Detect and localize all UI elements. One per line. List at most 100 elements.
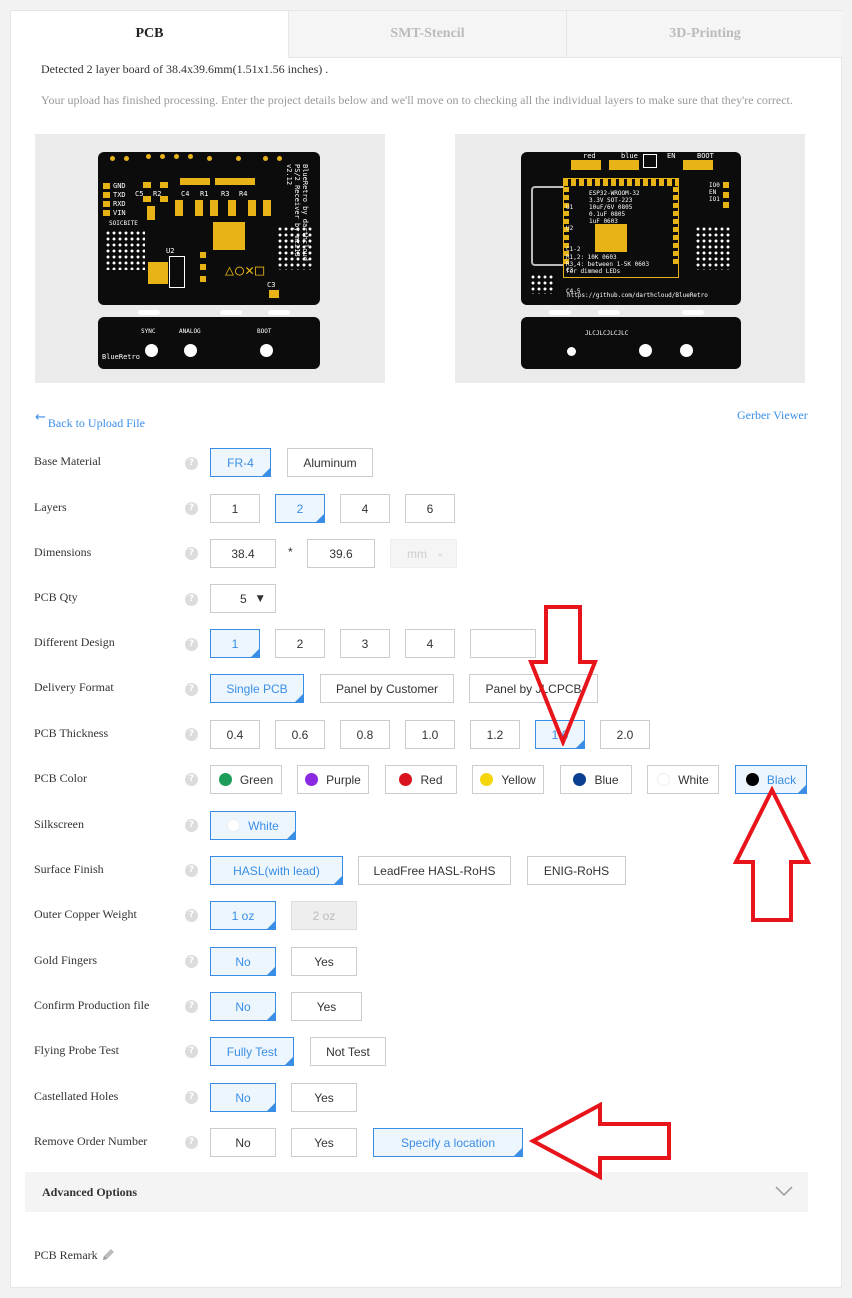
option-thickness-0-6[interactable]: 0.6 [275, 720, 325, 749]
label-pcb-qty: PCB Qty [34, 590, 78, 604]
detected-board-info: Detected 2 layer board of 38.4x39.6mm(1.… [41, 62, 329, 76]
help-icon[interactable]: ? [185, 457, 198, 470]
option-design-2[interactable]: 2 [275, 629, 325, 658]
label-flying-probe: Flying Probe Test [34, 1043, 119, 1057]
option-gold-fingers-yes[interactable]: Yes [291, 947, 357, 976]
help-icon[interactable]: ? [185, 593, 198, 606]
tab-smt-stencil[interactable]: SMT-Stencil [288, 11, 566, 58]
option-color-red[interactable]: Red [385, 765, 457, 794]
option-fully-test[interactable]: Fully Test [210, 1037, 294, 1066]
option-thickness-2-0[interactable]: 2.0 [600, 720, 650, 749]
annotation-arrow-up [733, 786, 811, 922]
option-color-yellow[interactable]: Yellow [472, 765, 544, 794]
pin-label: TXD [113, 191, 126, 199]
option-design-3[interactable]: 3 [340, 629, 390, 658]
option-gold-fingers-no[interactable]: No [210, 947, 276, 976]
tab-3d-printing[interactable]: 3D-Printing [566, 11, 843, 58]
part-label: R4 [239, 190, 248, 198]
label-confirm-production: Confirm Production file [34, 998, 150, 1012]
pcb-top-tab [98, 317, 320, 369]
pencil-icon[interactable] [101, 1247, 116, 1262]
option-panel-by-customer[interactable]: Panel by Customer [320, 674, 454, 703]
option-castellated-no[interactable]: No [210, 1083, 276, 1112]
option-layers-2[interactable]: 2 [275, 494, 325, 523]
option-layers-4[interactable]: 4 [340, 494, 390, 523]
part-label: C3 [267, 281, 276, 289]
option-fr4[interactable]: FR-4 [210, 448, 271, 477]
option-thickness-1-2[interactable]: 1.2 [470, 720, 520, 749]
dimension-height-input[interactable]: 39.6 [307, 539, 375, 568]
label-pcb-thickness: PCB Thickness [34, 726, 109, 740]
help-icon[interactable]: ? [185, 909, 198, 922]
option-thickness-1-0[interactable]: 1.0 [405, 720, 455, 749]
option-copper-2oz[interactable]: 2 oz [291, 901, 357, 930]
option-design-1[interactable]: 1 [210, 629, 260, 658]
back-link[interactable]: ← Back to Upload File [35, 411, 145, 431]
option-layers-1[interactable]: 1 [210, 494, 260, 523]
help-icon[interactable]: ? [185, 728, 198, 741]
help-icon[interactable]: ? [185, 547, 198, 560]
purple-swatch-icon [305, 773, 319, 786]
option-color-green[interactable]: Green [210, 765, 282, 794]
help-icon[interactable]: ? [185, 502, 198, 515]
option-color-white[interactable]: White [647, 765, 719, 794]
chevron-down-icon [775, 1186, 793, 1197]
label-gold-fingers: Gold Fingers [34, 953, 97, 967]
help-icon[interactable]: ? [185, 1091, 198, 1104]
design-custom-input[interactable] [470, 629, 536, 658]
option-thickness-0-8[interactable]: 0.8 [340, 720, 390, 749]
label-dimensions: Dimensions [34, 545, 92, 559]
help-icon[interactable]: ? [185, 638, 198, 651]
yellow-swatch-icon [480, 773, 494, 786]
option-copper-1oz[interactable]: 1 oz [210, 901, 276, 930]
gerber-viewer-link[interactable]: Gerber Viewer [737, 408, 808, 423]
option-aluminum[interactable]: Aluminum [287, 448, 373, 477]
white-swatch-icon [227, 819, 241, 832]
option-confirm-no[interactable]: No [210, 992, 276, 1021]
tab-pcb[interactable]: PCB [11, 11, 288, 58]
help-icon[interactable]: ? [185, 1045, 198, 1058]
option-castellated-yes[interactable]: Yes [291, 1083, 357, 1112]
help-icon[interactable]: ? [185, 955, 198, 968]
help-icon[interactable]: ? [185, 773, 198, 786]
option-color-purple[interactable]: Purple [297, 765, 369, 794]
help-icon[interactable]: ? [185, 819, 198, 832]
option-design-4[interactable]: 4 [405, 629, 455, 658]
option-enig-rohs[interactable]: ENIG-RoHS [527, 856, 626, 885]
part-label: R1 [200, 190, 209, 198]
green-swatch-icon [218, 773, 232, 786]
controller-shapes: △○✕□ [225, 261, 266, 279]
button-label: BOOT [697, 152, 714, 160]
option-thickness-0-4[interactable]: 0.4 [210, 720, 260, 749]
option-hasl-with-lead[interactable]: HASL(with lead) [210, 856, 343, 885]
mouse-bite [220, 310, 242, 315]
red-swatch-icon [399, 773, 413, 786]
option-specify-location[interactable]: Specify a location [373, 1128, 523, 1157]
module-text: ESP32-WROOM-32 3.3V SOT-223 10uF/6V 0805… [589, 190, 640, 225]
help-icon[interactable]: ? [185, 864, 198, 877]
option-color-blue[interactable]: Blue [560, 765, 632, 794]
product-tabs: PCB SMT-Stencil 3D-Printing [11, 11, 843, 58]
option-not-test[interactable]: Not Test [310, 1037, 386, 1066]
module-ground-pad [595, 224, 627, 252]
option-layers-6[interactable]: 6 [405, 494, 455, 523]
connector-label: SYNC [141, 328, 156, 335]
unit-select[interactable]: mm ⌄ [390, 539, 457, 568]
option-silkscreen-white[interactable]: White [210, 811, 296, 840]
label-layers: Layers [34, 500, 67, 514]
option-confirm-yes[interactable]: Yes [291, 992, 362, 1021]
side-labels: IO0 EN IO1 [709, 182, 720, 203]
option-remove-no[interactable]: No [210, 1128, 276, 1157]
help-icon[interactable]: ? [185, 1000, 198, 1013]
help-icon[interactable]: ? [185, 683, 198, 696]
option-single-pcb[interactable]: Single PCB [210, 674, 304, 703]
help-icon[interactable]: ? [185, 1136, 198, 1149]
dimension-separator: * [288, 545, 293, 559]
dimension-width-input[interactable]: 38.4 [210, 539, 276, 568]
option-remove-yes[interactable]: Yes [291, 1128, 357, 1157]
advanced-options-bar[interactable]: Advanced Options [25, 1172, 808, 1212]
label-castellated: Castellated Holes [34, 1089, 119, 1103]
label-delivery-format: Delivery Format [34, 680, 114, 694]
pcb-qty-select[interactable]: 5 ▼ [210, 584, 276, 613]
option-leadfree-hasl[interactable]: LeadFree HASL-RoHS [358, 856, 511, 885]
